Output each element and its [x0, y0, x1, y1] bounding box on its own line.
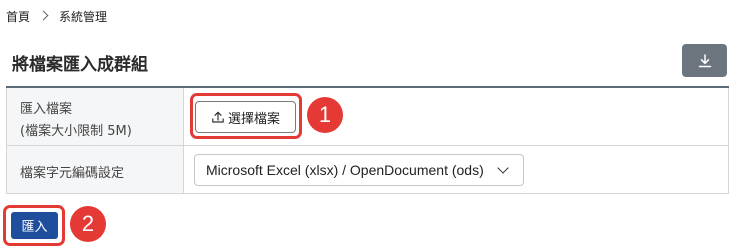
encoding-selected-value: Microsoft Excel (xlsx) / OpenDocument (o… — [206, 162, 484, 178]
breadcrumb: 首頁 系統管理 — [6, 8, 107, 24]
choose-file-button[interactable]: 選擇檔案 — [195, 101, 296, 133]
page-header: 將檔案匯入成群組 — [0, 34, 735, 88]
file-row: 匯入檔案 (檔案大小限制 5M) 選擇檔案 1 — [7, 88, 728, 146]
breadcrumb-current: 系統管理 — [59, 9, 108, 24]
breadcrumb-home[interactable]: 首頁 — [6, 8, 30, 25]
encoding-row: 檔案字元編碼設定 Microsoft Excel (xlsx) / OpenDo… — [7, 146, 728, 193]
import-form: 匯入檔案 (檔案大小限制 5M) 選擇檔案 1 檔案字元編碼設定 Microso… — [6, 88, 729, 194]
import-button[interactable]: 匯入 — [11, 212, 58, 239]
upload-icon — [212, 111, 224, 123]
encoding-select[interactable]: Microsoft Excel (xlsx) / OpenDocument (o… — [194, 154, 524, 186]
file-label: 匯入檔案 — [20, 102, 73, 117]
file-size-limit-label: (檔案大小限制 5M) — [20, 124, 132, 139]
encoding-label: 檔案字元編碼設定 — [20, 166, 125, 181]
download-button[interactable] — [682, 44, 727, 77]
chevron-right-icon — [38, 10, 50, 22]
annotation-marker-1: 1 — [307, 97, 343, 133]
annotation-highlight-2: 匯入 — [3, 205, 65, 246]
choose-file-label: 選擇檔案 — [227, 111, 280, 127]
file-label-cell: 匯入檔案 (檔案大小限制 5M) — [7, 88, 184, 145]
annotation-marker-2: 2 — [70, 206, 106, 242]
chevron-down-icon — [497, 162, 509, 174]
download-icon — [698, 53, 711, 67]
page-title: 將檔案匯入成群組 — [12, 55, 148, 75]
encoding-label-cell: 檔案字元編碼設定 — [7, 146, 184, 193]
